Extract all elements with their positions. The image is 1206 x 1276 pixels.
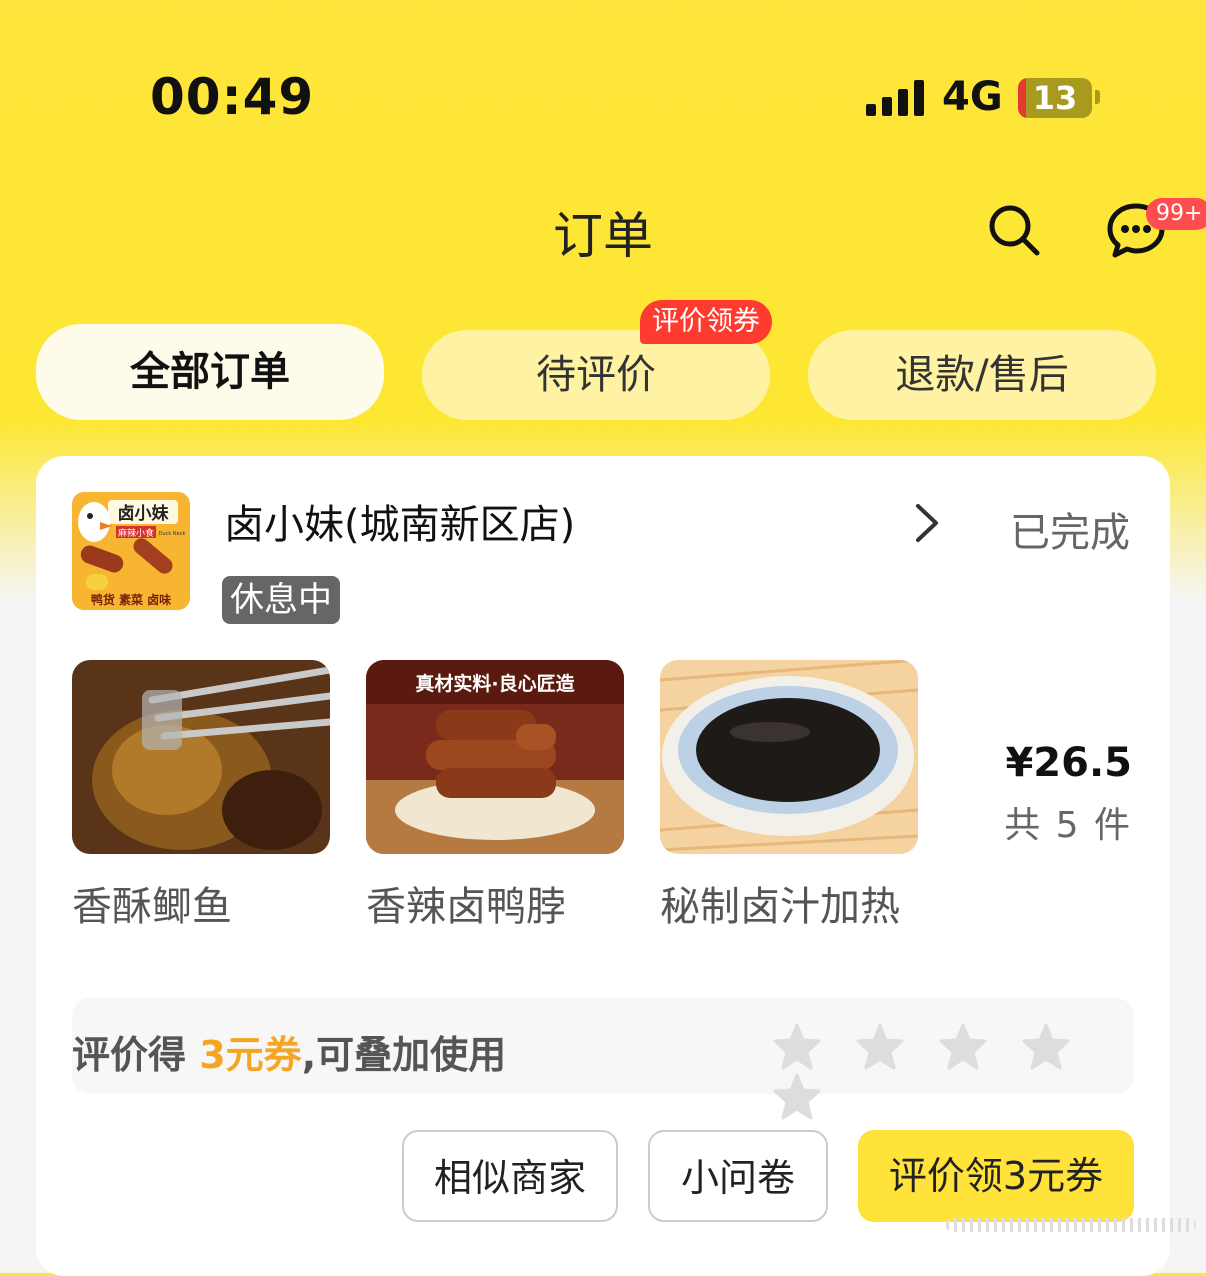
order-item[interactable]: 香酥鲫鱼 [72, 660, 330, 932]
battery-level: 13 [1032, 79, 1078, 117]
message-badge: 99+ [1146, 198, 1206, 230]
order-price: ¥26.5 [1005, 740, 1132, 786]
logo-subtitle: 麻辣小食 [118, 527, 154, 539]
store-status-badge: 休息中 [222, 576, 340, 624]
star-icon[interactable] [938, 1022, 988, 1072]
battery-icon: 13 [1018, 78, 1092, 118]
star-icon[interactable] [855, 1022, 905, 1072]
tab-all-orders[interactable]: 全部订单 [36, 324, 384, 420]
chevron-right-icon[interactable] [910, 500, 942, 546]
network-label: 4G [942, 74, 1003, 120]
survey-button[interactable]: 小问卷 [648, 1130, 828, 1222]
item-image [660, 660, 918, 854]
order-card[interactable]: 卤小妹 麻辣小食 Duck Neck 鸭货 素菜 卤味 卤小妹(城南新区店) 已… [36, 456, 1170, 1276]
item-name: 秘制卤汁加热 [660, 884, 900, 930]
item-name: 香酥鲫鱼 [72, 884, 232, 930]
item-image [72, 660, 330, 854]
battery-tip [1095, 90, 1100, 104]
order-status: 已完成 [1010, 510, 1130, 556]
item-image-caption: 真材实料·良心匠造 [415, 672, 575, 695]
rating-stars[interactable] [772, 1022, 1134, 1122]
logo-tagline: 鸭货 素菜 卤味 [91, 592, 171, 607]
home-indicator [946, 1218, 1196, 1232]
review-suffix: ,可叠加使用 [301, 1033, 507, 1077]
star-icon[interactable] [772, 1022, 822, 1072]
review-text: 评价得 3元券,可叠加使用 [72, 1024, 506, 1079]
review-coupon-highlight: 3元券 [199, 1033, 302, 1077]
review-coupon-button[interactable]: 评价领3元券 [858, 1130, 1134, 1222]
store-name[interactable]: 卤小妹(城南新区店) [224, 492, 575, 550]
review-prompt: 评价得 3元券,可叠加使用 [72, 998, 1134, 1120]
order-item[interactable]: 真材实料·良心匠造 香辣卤鸭脖 [366, 660, 624, 932]
status-time: 00:49 [150, 68, 315, 126]
star-icon[interactable] [772, 1072, 822, 1122]
tab-badge-review-coupon: 评价领券 [640, 300, 772, 344]
item-image: 真材实料·良心匠造 [366, 660, 624, 854]
search-icon[interactable] [986, 202, 1042, 258]
logo-title: 卤小妹 [118, 503, 170, 524]
review-prefix: 评价得 [72, 1033, 200, 1077]
order-item[interactable]: 秘制卤汁加热 [660, 660, 918, 932]
star-icon[interactable] [1021, 1022, 1071, 1072]
similar-stores-button[interactable]: 相似商家 [402, 1130, 618, 1222]
tab-refund[interactable]: 退款/售后 [808, 330, 1156, 420]
order-quantity: 共 5 件 [1004, 805, 1132, 846]
logo-mini: Duck Neck [159, 531, 186, 537]
item-name: 香辣卤鸭脖 [366, 884, 566, 930]
signal-icon [866, 80, 926, 116]
store-logo[interactable]: 卤小妹 麻辣小食 Duck Neck 鸭货 素菜 卤味 [72, 492, 190, 610]
